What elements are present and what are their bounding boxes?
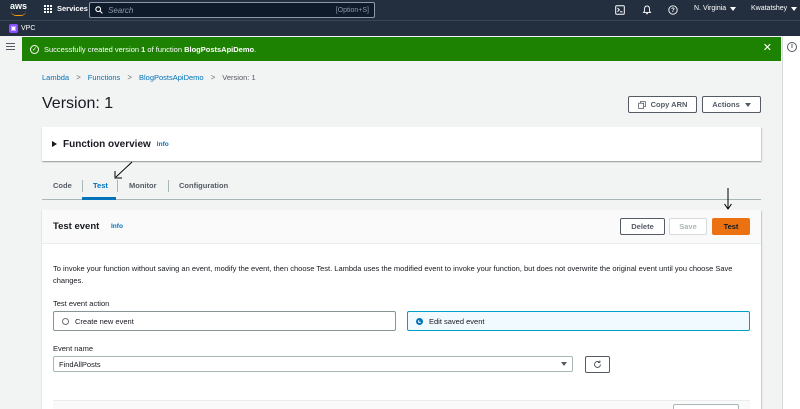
tools-panel-rail: i <box>782 36 800 409</box>
delete-button[interactable]: Delete <box>620 218 665 235</box>
edit-saved-event-option[interactable]: Edit saved event <box>407 311 750 331</box>
search-input[interactable]: Search [Option+S] <box>89 2 375 18</box>
actions-label: Actions <box>712 100 740 109</box>
actions-button[interactable]: Actions <box>702 96 761 113</box>
grid-icon <box>44 4 52 13</box>
refresh-button[interactable] <box>585 356 610 373</box>
top-nav: aws Services Search [Option+S] ? N. Virg… <box>0 0 800 20</box>
function-overview-section[interactable]: Function overview Info <box>42 127 761 161</box>
tab-code[interactable]: Code <box>53 181 72 199</box>
menu-icon[interactable] <box>6 43 15 50</box>
test-event-action-label: Test event action <box>53 299 110 308</box>
help-icon[interactable]: ? <box>667 4 679 16</box>
breadcrumb: Lambda > Functions > BlogPostsApiDemo > … <box>42 73 256 82</box>
account-menu[interactable]: Kwatatshey <box>751 5 798 12</box>
breadcrumb-functions[interactable]: Functions <box>88 73 121 82</box>
test-button[interactable]: Test <box>712 218 750 235</box>
test-event-panel: Test event Info Delete Save Test To invo… <box>42 210 761 409</box>
account-label: Kwatatshey <box>751 5 788 12</box>
copy-arn-label: Copy ARN <box>650 100 688 109</box>
create-new-event-label: Create new event <box>75 316 134 326</box>
tab-divider <box>82 180 83 192</box>
chevron-down-icon <box>730 6 737 11</box>
annotation-arrow-icon <box>724 188 732 210</box>
caret-down-icon <box>744 102 751 107</box>
edit-saved-event-label: Edit saved event <box>429 316 485 326</box>
breadcrumb-current: Version: 1 <box>222 73 256 82</box>
breadcrumb-function[interactable]: BlogPostsApiDemo <box>139 73 204 82</box>
caret-right-icon <box>52 141 57 147</box>
radio-button[interactable] <box>62 317 69 325</box>
search-shortcut: [Option+S] <box>335 6 369 14</box>
tab-divider <box>168 180 169 192</box>
copy-arn-button[interactable]: Copy ARN <box>628 96 697 113</box>
annotation-arrow-icon <box>114 161 133 179</box>
search-icon <box>95 6 103 14</box>
close-icon[interactable]: ✕ <box>763 42 772 54</box>
search-placeholder: Search <box>108 5 134 15</box>
chevron-right-icon: > <box>76 73 81 82</box>
check-circle-icon: ✓ <box>30 44 39 54</box>
svg-text:?: ? <box>671 8 675 14</box>
aws-smile-icon <box>11 11 26 16</box>
create-new-event-option[interactable]: Create new event <box>53 311 396 331</box>
event-name-value: FindAllPosts <box>59 359 101 369</box>
cloudshell-icon[interactable] <box>614 4 626 16</box>
format-json-button[interactable] <box>673 404 739 409</box>
chevron-right-icon: > <box>210 73 216 82</box>
event-json-section <box>53 400 750 409</box>
refresh-icon <box>594 360 601 368</box>
success-flash: ✓ Successfully created version 1 of func… <box>22 37 781 61</box>
function-tabs: Code Test Monitor Configuration <box>42 172 761 200</box>
aws-logo-text: aws <box>10 1 28 11</box>
test-event-title: Test event <box>53 221 100 232</box>
tab-monitor[interactable]: Monitor <box>129 181 157 199</box>
test-event-info-link[interactable]: Info <box>111 223 123 230</box>
region-label: N. Virginia <box>694 5 727 12</box>
breadcrumb-lambda[interactable]: Lambda <box>42 73 69 82</box>
services-label: Services <box>57 4 88 13</box>
radio-button-selected[interactable] <box>416 317 423 325</box>
chevron-down-icon <box>791 6 798 11</box>
event-name-select[interactable]: FindAllPosts <box>53 356 573 372</box>
page-title: Version: 1 <box>42 95 114 112</box>
test-event-header: Test event Info Delete Save Test <box>42 210 761 244</box>
service-favorites-bar: ▣ VPC <box>0 20 800 36</box>
region-selector[interactable]: N. Virginia <box>694 5 737 12</box>
test-event-description: To invoke your function without saving a… <box>53 264 733 285</box>
services-menu-button[interactable]: Services <box>44 4 88 13</box>
tab-configuration[interactable]: Configuration <box>179 181 228 199</box>
event-name-label: Event name <box>53 344 94 353</box>
function-overview-title: Function overview <box>63 138 151 150</box>
overview-info-link[interactable]: Info <box>157 141 169 148</box>
save-button[interactable]: Save <box>669 218 707 235</box>
bell-icon[interactable] <box>641 4 653 16</box>
caret-down-icon <box>561 362 567 366</box>
aws-logo[interactable]: aws <box>10 2 30 18</box>
info-icon[interactable]: i <box>787 42 797 52</box>
vpc-shortcut[interactable]: VPC <box>21 25 35 32</box>
chevron-right-icon: > <box>127 73 132 82</box>
copy-icon <box>637 100 646 109</box>
active-tab-indicator <box>82 197 116 200</box>
flash-message: Successfully created version 1 of functi… <box>44 44 257 54</box>
vpc-icon: ▣ <box>9 24 18 33</box>
